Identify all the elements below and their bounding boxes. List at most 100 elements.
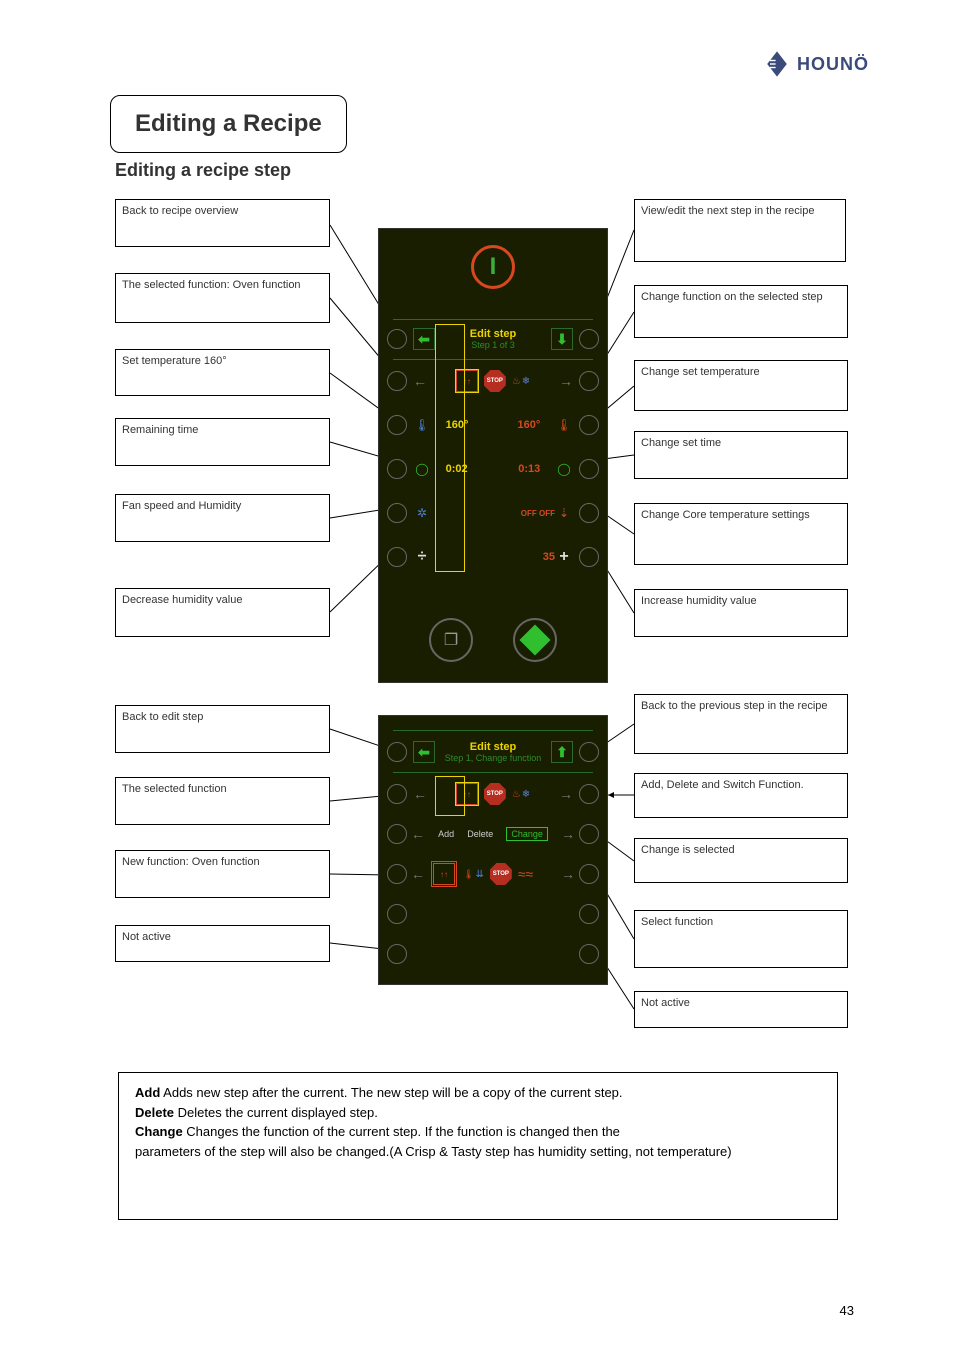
note-delete-label: Delete xyxy=(135,1105,174,1120)
p2-btn-r1[interactable] xyxy=(579,742,599,762)
p2-btn-r5[interactable] xyxy=(579,904,599,924)
callout-new-func: New function: Oven function xyxy=(115,850,330,898)
p2-btn-r4[interactable] xyxy=(579,864,599,884)
p2-btn-r6[interactable] xyxy=(579,944,599,964)
stop-icon[interactable]: STOP xyxy=(490,863,512,885)
time-set-value: 0:13 xyxy=(500,463,540,475)
temp-set-value: 160° xyxy=(446,419,486,431)
time-remaining-value: 0:02 xyxy=(446,463,486,475)
btn-r5[interactable] xyxy=(579,503,599,523)
steam-icon[interactable]: ≈≈ xyxy=(518,866,533,882)
humidity-value: 35 xyxy=(515,551,555,563)
start-button[interactable] xyxy=(513,618,557,662)
p2-btn-l3[interactable] xyxy=(387,824,407,844)
note-change-text: Changes the function of the current step… xyxy=(183,1124,620,1139)
header-subtitle: Step 1 of 3 xyxy=(435,340,551,350)
brand-logo: HOUNÖ xyxy=(763,50,869,78)
page-title: Editing a Recipe xyxy=(110,95,347,153)
btn-l3[interactable] xyxy=(387,415,407,435)
note-change-label: Change xyxy=(135,1124,183,1139)
btn-r2[interactable] xyxy=(579,371,599,391)
down-arrow-icon: ⬇ xyxy=(556,331,568,348)
page-subtitle: Editing a recipe step xyxy=(115,160,291,181)
btn-l6[interactable] xyxy=(387,547,407,567)
btn-l5[interactable] xyxy=(387,503,407,523)
note-add-text: Adds new step after the current. The new… xyxy=(160,1085,622,1100)
btn-l2[interactable] xyxy=(387,371,407,391)
oven-panel-edit-step: I ⬅ Edit step Step 1 of 3 ⬇ ← ↑↑ STOP xyxy=(378,228,608,683)
callout-selected-function: The selected function: Oven function xyxy=(115,273,330,323)
callout-set-temp: Set temperature 160° xyxy=(115,349,330,396)
p2-btn-r2[interactable] xyxy=(579,784,599,804)
arrow-left-icon: ← xyxy=(413,373,427,389)
btn-r3[interactable] xyxy=(579,415,599,435)
menu-change[interactable]: Change xyxy=(506,827,548,841)
arrow-right-icon: → xyxy=(559,373,573,389)
btn-l1[interactable] xyxy=(387,329,407,349)
clock-right-icon: ◯ xyxy=(555,462,573,476)
callout-fan-humidity: Fan speed and Humidity xyxy=(115,494,330,542)
clock-left-icon: ◯ xyxy=(413,462,431,476)
p2-btn-r3[interactable] xyxy=(579,824,599,844)
logo-icon xyxy=(763,50,791,78)
header-title: Edit step xyxy=(435,328,551,340)
p2-btn-l5[interactable] xyxy=(387,904,407,924)
callout-change-temp: Change set temperature xyxy=(634,360,848,411)
p2-btn-l1[interactable] xyxy=(387,742,407,762)
p2-btn-l2[interactable] xyxy=(387,784,407,804)
p2-btn-l4[interactable] xyxy=(387,864,407,884)
btn-r4[interactable] xyxy=(579,459,599,479)
callout-next-step: View/edit the next step in the recipe xyxy=(634,199,846,262)
copy-button[interactable]: ❐ xyxy=(429,618,473,662)
stop-icon: STOP xyxy=(484,783,506,805)
arrow-right-icon: → xyxy=(559,786,573,802)
callout-back-overview: Back to recipe overview xyxy=(115,199,330,247)
stop-icon: STOP xyxy=(484,370,506,392)
start-icon xyxy=(519,624,550,655)
cooldown-icon[interactable]: 🌡⇊ xyxy=(463,869,484,880)
p2-header-subtitle: Step 1, Change function xyxy=(435,753,551,763)
oven-function-icon: ↑↑ xyxy=(456,370,478,392)
combi-icon: ♨❄ xyxy=(512,376,530,387)
core-value: OFF OFF xyxy=(471,509,555,518)
btn-r6[interactable] xyxy=(579,547,599,567)
selected-column-highlight xyxy=(435,324,465,572)
page-number: 43 xyxy=(840,1303,854,1318)
next-step-arrow[interactable]: ⬇ xyxy=(551,328,573,350)
back-arrow[interactable]: ⬅ xyxy=(413,328,435,350)
oven-panel-change-function: ⬅ Edit step Step 1, Change function ⬆ ← … xyxy=(378,715,608,985)
callout-back-edit: Back to edit step xyxy=(115,705,330,753)
note-add-label: Add xyxy=(135,1085,160,1100)
p2-btn-l6[interactable] xyxy=(387,944,407,964)
minus-icon: ÷ xyxy=(413,548,431,566)
btn-l4[interactable] xyxy=(387,459,407,479)
thermometer-blue-icon: 🌡 xyxy=(413,418,431,432)
temp-actual-value: 160° xyxy=(500,419,540,431)
note-change-text-2: parameters of the step will also be chan… xyxy=(135,1142,821,1162)
callout-change-selected: Change is selected xyxy=(634,838,848,883)
plus-icon: + xyxy=(555,548,573,566)
callout-remaining-time: Remaining time xyxy=(115,418,330,466)
probe-icon: ⇣ xyxy=(555,506,573,520)
callout-decrease-humidity: Decrease humidity value xyxy=(115,588,330,637)
brand-name: HOUNÖ xyxy=(797,54,869,75)
back-arrow-icon: ⬅ xyxy=(418,744,430,761)
menu-add[interactable]: Add xyxy=(438,829,454,839)
btn-r1[interactable] xyxy=(579,329,599,349)
power-button[interactable]: I xyxy=(471,245,515,289)
callout-change-function: Change function on the selected step xyxy=(634,285,848,338)
callout-not-active-r: Not active xyxy=(634,991,848,1028)
p2-back-arrow[interactable]: ⬅ xyxy=(413,741,435,763)
up-arrow-icon: ⬆ xyxy=(556,744,568,761)
copy-icon: ❐ xyxy=(444,630,458,650)
callout-not-active-l: Not active xyxy=(115,925,330,962)
new-func-oven-selected[interactable]: ↑↑ xyxy=(431,861,457,887)
p2-prev-step-arrow[interactable]: ⬆ xyxy=(551,741,573,763)
callout-prev-step: Back to the previous step in the recipe xyxy=(634,694,848,754)
callout-change-time: Change set time xyxy=(634,431,848,479)
fan-icon: ✲ xyxy=(413,506,431,520)
menu-delete[interactable]: Delete xyxy=(467,829,493,839)
oven-function-icon: ↑↑ xyxy=(433,863,455,885)
oven-function-icon: ↑↑ xyxy=(456,783,478,805)
combi-icon: ♨❄ xyxy=(512,789,530,800)
